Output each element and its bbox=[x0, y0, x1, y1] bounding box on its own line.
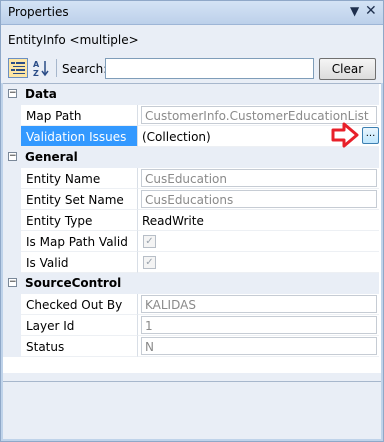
property-name: Status bbox=[21, 336, 137, 357]
property-value[interactable]: ReadWrite bbox=[137, 210, 379, 231]
property-name: Is Valid bbox=[21, 252, 137, 273]
property-value-text: CusEducations bbox=[141, 190, 377, 208]
selected-object-label: EntityInfo <multiple> bbox=[8, 33, 139, 47]
category-data[interactable]: − Data bbox=[3, 84, 379, 105]
property-row-entity-set-name[interactable]: Entity Set Name CusEducations bbox=[3, 189, 379, 210]
close-icon[interactable]: ✕ bbox=[365, 3, 377, 19]
red-arrow-annotation-icon bbox=[331, 122, 359, 148]
search-input[interactable] bbox=[105, 58, 314, 79]
property-value[interactable]: 1 bbox=[137, 315, 379, 336]
property-name: Entity Name bbox=[21, 168, 137, 189]
search-label: Search: bbox=[62, 62, 108, 76]
property-name: Entity Type bbox=[21, 210, 137, 231]
category-label: SourceControl bbox=[25, 276, 122, 290]
property-name: Map Path bbox=[21, 105, 137, 126]
category-label: Data bbox=[25, 87, 57, 101]
toolbar: A Z Search: Clear bbox=[1, 55, 383, 83]
clear-button[interactable]: Clear bbox=[319, 58, 376, 80]
title-bar: Properties ▼ ✕ bbox=[1, 1, 383, 25]
property-name: Layer Id bbox=[21, 315, 137, 336]
collapse-icon[interactable]: − bbox=[8, 278, 17, 287]
checkbox-checked-disabled: ✓ bbox=[143, 256, 156, 269]
property-value: ✓ bbox=[137, 252, 379, 273]
property-grid: − Data Map Path CustomerInfo.CustomerEdu… bbox=[3, 83, 381, 373]
description-panel bbox=[3, 381, 381, 439]
property-row-is-map-path-valid[interactable]: Is Map Path Valid ✓ bbox=[3, 231, 379, 252]
property-value[interactable]: N bbox=[137, 336, 379, 357]
property-value-text: CusEducation bbox=[141, 169, 377, 187]
property-row-validation-issues[interactable]: Validation Issues (Collection) ... bbox=[3, 126, 379, 147]
property-value-text: ReadWrite bbox=[142, 214, 204, 228]
properties-window: Properties ▼ ✕ EntityInfo <multiple> A Z bbox=[0, 0, 384, 442]
property-value[interactable]: KALIDAS bbox=[137, 294, 379, 315]
property-name: Validation Issues bbox=[21, 126, 137, 147]
categorized-icon bbox=[11, 62, 25, 74]
collection-editor-button[interactable]: ... bbox=[362, 127, 379, 144]
property-row-is-valid[interactable]: Is Valid ✓ bbox=[3, 252, 379, 273]
property-value-text: N bbox=[141, 337, 377, 355]
splitter[interactable] bbox=[3, 373, 381, 381]
collapse-icon[interactable]: − bbox=[8, 152, 17, 161]
property-row-entity-type[interactable]: Entity Type ReadWrite bbox=[3, 210, 379, 231]
object-selector[interactable]: EntityInfo <multiple> bbox=[1, 25, 383, 55]
property-row-entity-name[interactable]: Entity Name CusEducation bbox=[3, 168, 379, 189]
alphabetical-button[interactable]: A Z bbox=[31, 58, 51, 78]
property-row-status[interactable]: Status N bbox=[3, 336, 379, 357]
property-value-text: KALIDAS bbox=[141, 295, 377, 313]
toolbar-separator bbox=[56, 59, 57, 77]
window-position-dropdown-icon[interactable]: ▼ bbox=[350, 4, 359, 18]
category-label: General bbox=[25, 150, 78, 164]
window-title: Properties bbox=[8, 5, 69, 19]
property-value[interactable]: CusEducation bbox=[137, 168, 379, 189]
checkbox-checked-disabled: ✓ bbox=[143, 235, 156, 248]
categorized-button[interactable] bbox=[8, 58, 28, 78]
collapse-icon[interactable]: − bbox=[8, 89, 17, 98]
property-name: Entity Set Name bbox=[21, 189, 137, 210]
property-value-text: 1 bbox=[141, 316, 377, 334]
property-value-text: (Collection) bbox=[142, 130, 211, 144]
property-value[interactable]: CusEducations bbox=[137, 189, 379, 210]
svg-text:Z: Z bbox=[33, 69, 39, 77]
property-row-map-path[interactable]: Map Path CustomerInfo.CustomerEducationL… bbox=[3, 105, 379, 126]
sort-alphabetical-icon: A Z bbox=[33, 60, 49, 77]
category-general[interactable]: − General bbox=[3, 147, 379, 168]
property-row-checked-out-by[interactable]: Checked Out By KALIDAS bbox=[3, 294, 379, 315]
property-value: ✓ bbox=[137, 231, 379, 252]
svg-text:A: A bbox=[33, 60, 40, 69]
property-name: Checked Out By bbox=[21, 294, 137, 315]
category-sourcecontrol[interactable]: − SourceControl bbox=[3, 273, 379, 294]
property-row-layer-id[interactable]: Layer Id 1 bbox=[3, 315, 379, 336]
property-name: Is Map Path Valid bbox=[21, 231, 137, 252]
